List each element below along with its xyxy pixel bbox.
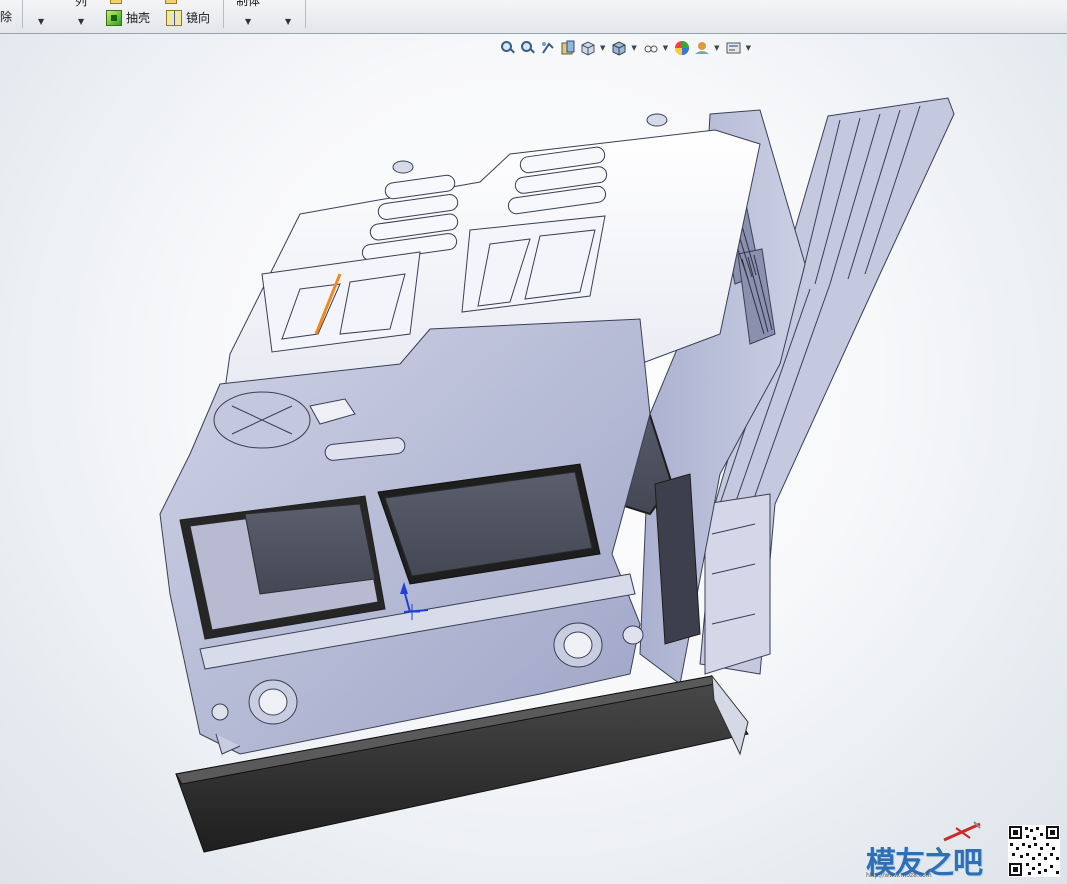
- ribbon-separator: [22, 0, 23, 28]
- group-dropdown-caret-2[interactable]: ▼: [285, 18, 291, 26]
- marker-light: [622, 625, 644, 645]
- roof-knob: [392, 160, 414, 174]
- roof-knob: [646, 113, 668, 127]
- ribbon-separator: [305, 0, 306, 28]
- cab-front[interactable]: [159, 318, 651, 755]
- vehicle-cab-3d-model[interactable]: [0, 34, 1067, 884]
- mirror-label: 镜向: [186, 11, 211, 25]
- shell-icon: [106, 9, 122, 26]
- draft-icon[interactable]: [165, 0, 177, 4]
- site-watermark: 模友之吧 http://www.moz8.com: [862, 820, 992, 882]
- wrap-icon[interactable]: [110, 0, 122, 4]
- ribbon-separator: [223, 0, 224, 28]
- clipped-command-label[interactable]: 除: [0, 10, 12, 24]
- graphics-viewport[interactable]: ▼ ▼ ▼ ▼ ▼ 模友之吧 http://www.moz8.com: [0, 34, 1067, 884]
- mirror-icon: [166, 9, 182, 26]
- marker-light: [211, 703, 229, 721]
- linear-pattern-label[interactable]: 列: [75, 0, 87, 8]
- dropdown-caret[interactable]: ▼: [38, 18, 44, 26]
- watermark-url: http://www.moz8.com: [866, 872, 932, 879]
- mirror-button[interactable]: 镜向: [166, 9, 210, 26]
- qr-code-icon: [1008, 825, 1060, 877]
- group-label[interactable]: 制体: [236, 0, 260, 8]
- shell-button[interactable]: 抽壳: [106, 9, 150, 26]
- group-dropdown-caret[interactable]: ▼: [245, 18, 251, 26]
- pattern-dropdown-caret[interactable]: ▼: [78, 18, 84, 26]
- command-manager-ribbon: 除 ▼ 列 ▼ 抽壳 镜向 制体 ▼ ▼: [0, 0, 1067, 34]
- shell-label: 抽壳: [126, 11, 151, 25]
